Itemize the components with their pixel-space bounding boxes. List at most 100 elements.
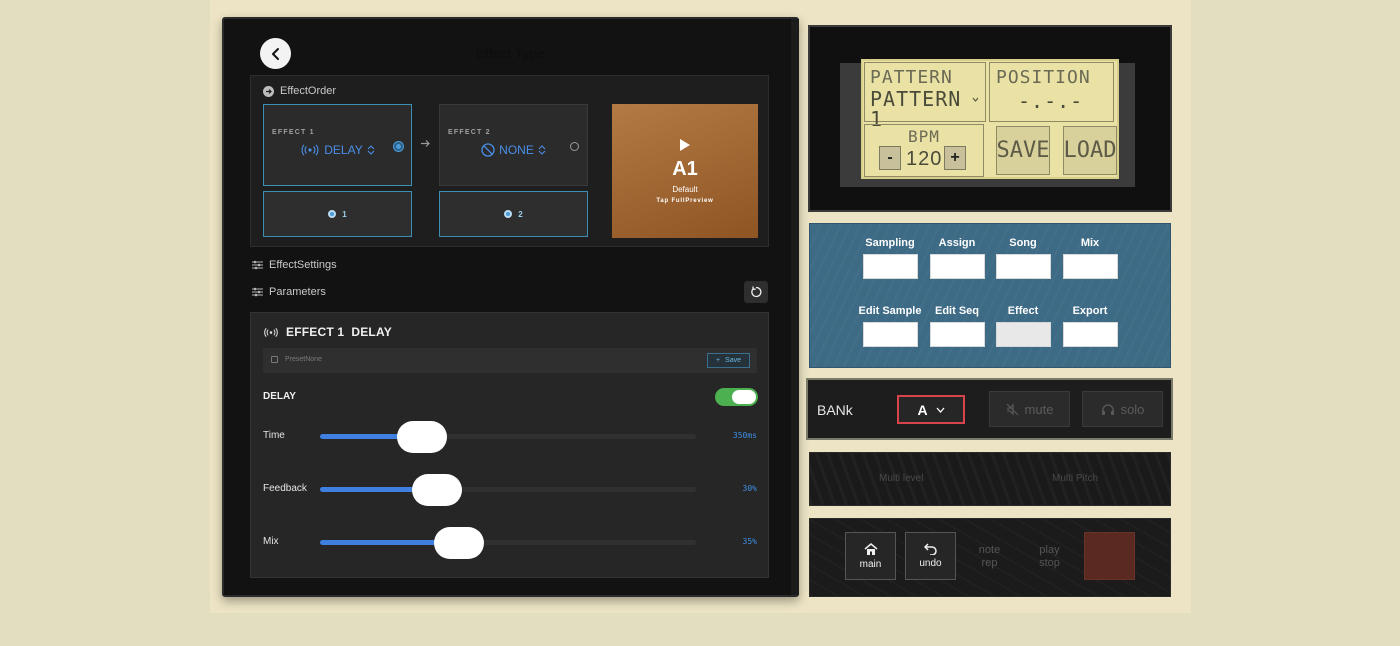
param-name: Time bbox=[263, 430, 285, 441]
parameters-label: Parameters bbox=[269, 286, 326, 298]
slot-1-label: 1 bbox=[342, 209, 347, 219]
slot-indicator-icon bbox=[328, 210, 337, 218]
effect1-value: DELAY bbox=[324, 143, 363, 157]
mode-label: Export bbox=[1072, 305, 1108, 317]
lcd-pattern-label: PATTERN bbox=[870, 67, 953, 88]
param-row-time: Time 350ms bbox=[263, 419, 757, 453]
mode-song-button[interactable] bbox=[995, 254, 1051, 279]
solo-button[interactable]: solo bbox=[1082, 391, 1163, 427]
effect-order-label: EffectOrder bbox=[280, 85, 337, 97]
effect-order-heading: EffectOrder bbox=[263, 85, 336, 97]
lcd-position-value: -.-.- bbox=[1018, 89, 1084, 113]
preset-name: PresetNone bbox=[285, 356, 322, 363]
mute-label: mute bbox=[1024, 401, 1054, 417]
slot-2-button[interactable]: 2 bbox=[439, 191, 588, 237]
back-button[interactable] bbox=[260, 38, 291, 69]
mode-edit-sample[interactable]: Edit Sample bbox=[859, 305, 921, 347]
preview-subtitle: Default bbox=[672, 185, 698, 194]
param-name: Mix bbox=[263, 536, 279, 547]
chevron-left-icon bbox=[271, 47, 279, 60]
param-value: 350ms bbox=[732, 431, 757, 440]
sliders-icon bbox=[252, 260, 263, 270]
slot-1-button[interactable]: 1 bbox=[263, 191, 412, 237]
sliders-icon bbox=[252, 287, 263, 297]
mode-effect[interactable]: Effect bbox=[995, 305, 1051, 347]
effect2-radio[interactable] bbox=[570, 142, 579, 151]
slot-indicator-icon bbox=[504, 210, 513, 218]
preset-bar: PresetNone + Save bbox=[263, 348, 757, 373]
mode-assign[interactable]: Assign bbox=[929, 237, 985, 279]
mode-effect-button[interactable] bbox=[995, 322, 1051, 347]
mode-export-button[interactable] bbox=[1062, 322, 1118, 347]
mode-edit-sample-button[interactable] bbox=[862, 322, 918, 347]
effect1-card[interactable]: EFFECT 1 DELAY bbox=[263, 104, 412, 186]
arrow-right-circle-icon bbox=[263, 85, 274, 97]
param-slider-thumb[interactable] bbox=[411, 474, 462, 506]
mode-label: Mix bbox=[1080, 237, 1100, 249]
mode-edit-seq[interactable]: Edit Seq bbox=[929, 305, 985, 347]
mode-mix[interactable]: Mix bbox=[1062, 237, 1118, 279]
toggle-knob bbox=[732, 390, 756, 404]
bank-value: A bbox=[917, 401, 928, 418]
multi-panel bbox=[809, 452, 1171, 506]
effect2-selector[interactable]: NONE bbox=[440, 143, 587, 157]
effect1-selector[interactable]: DELAY bbox=[264, 143, 411, 157]
mode-label: Song bbox=[1009, 237, 1037, 249]
effect2-card[interactable]: EFFECT 2 NONE bbox=[439, 104, 588, 186]
effect-settings-heading[interactable]: EffectSettings bbox=[252, 259, 337, 271]
bpm-minus-button[interactable]: - bbox=[879, 146, 901, 170]
param-slider-track[interactable] bbox=[320, 421, 696, 453]
param-slider-thumb[interactable] bbox=[396, 421, 447, 453]
mute-icon bbox=[1006, 403, 1018, 415]
main-button[interactable]: main bbox=[845, 532, 896, 580]
multi-level-button[interactable]: Multi level bbox=[879, 473, 923, 484]
mode-assign-button[interactable] bbox=[929, 254, 985, 279]
lcd-pattern-value: PATTERN 1 bbox=[870, 87, 962, 131]
mute-button[interactable]: mute bbox=[989, 391, 1070, 427]
record-button[interactable] bbox=[1084, 532, 1135, 580]
main-label: main bbox=[859, 558, 882, 570]
mode-label: Edit Seq bbox=[934, 305, 979, 317]
param-row-mix: Mix 35% bbox=[263, 525, 757, 559]
effect1-radio[interactable] bbox=[394, 142, 403, 151]
multi-pitch-button[interactable]: Multi Pitch bbox=[1052, 473, 1098, 484]
param-slider-thumb[interactable] bbox=[434, 527, 485, 559]
solo-label: solo bbox=[1120, 401, 1145, 417]
param-slider-track[interactable] bbox=[320, 527, 696, 559]
preview-card[interactable]: A1 Default Tap FullPreview bbox=[612, 104, 758, 238]
mode-song[interactable]: Song bbox=[995, 237, 1051, 279]
mode-sampling-button[interactable] bbox=[862, 254, 918, 279]
parameters-heading: Parameters bbox=[252, 286, 326, 298]
lcd-position-label: POSITION bbox=[996, 67, 1091, 88]
mode-export[interactable]: Export bbox=[1062, 305, 1118, 347]
undo-button[interactable]: undo bbox=[905, 532, 956, 580]
broadcast-icon bbox=[301, 144, 319, 156]
panel-frame-edge bbox=[791, 19, 799, 595]
mode-label: Effect bbox=[1007, 305, 1039, 317]
prohibited-icon bbox=[481, 143, 495, 157]
params-title: EFFECT 1 DELAY bbox=[286, 325, 392, 339]
param-slider-track[interactable] bbox=[320, 474, 696, 506]
lcd-pattern-cell[interactable]: PATTERN PATTERN 1 bbox=[864, 62, 986, 129]
play-stop-label-1: play bbox=[1039, 543, 1060, 556]
chevron-updown-icon bbox=[367, 145, 375, 155]
delay-section-label: DELAY bbox=[263, 391, 296, 402]
lcd-save-button[interactable]: SAVE bbox=[996, 126, 1050, 175]
reset-button[interactable] bbox=[744, 281, 768, 303]
save-preset-button[interactable]: + Save bbox=[706, 353, 750, 368]
mode-label: Assign bbox=[938, 237, 976, 249]
bpm-plus-button[interactable]: + bbox=[944, 146, 966, 170]
lcd-position-cell: POSITION -.-.- bbox=[989, 62, 1114, 122]
preview-hint: Tap FullPreview bbox=[656, 198, 714, 204]
bank-label: BANk bbox=[817, 402, 853, 418]
play-stop-button[interactable]: play stop bbox=[1024, 532, 1075, 580]
mode-sampling[interactable]: Sampling bbox=[862, 237, 918, 279]
mode-mix-button[interactable] bbox=[1062, 254, 1118, 279]
undo-icon bbox=[923, 543, 937, 555]
bank-select[interactable]: A bbox=[897, 395, 965, 424]
mode-edit-seq-button[interactable] bbox=[929, 322, 985, 347]
lcd-load-button[interactable]: LOAD bbox=[1063, 126, 1117, 175]
note-rep-button[interactable]: note rep bbox=[964, 532, 1015, 580]
delay-toggle[interactable] bbox=[715, 388, 758, 406]
preset-icon bbox=[271, 356, 278, 363]
